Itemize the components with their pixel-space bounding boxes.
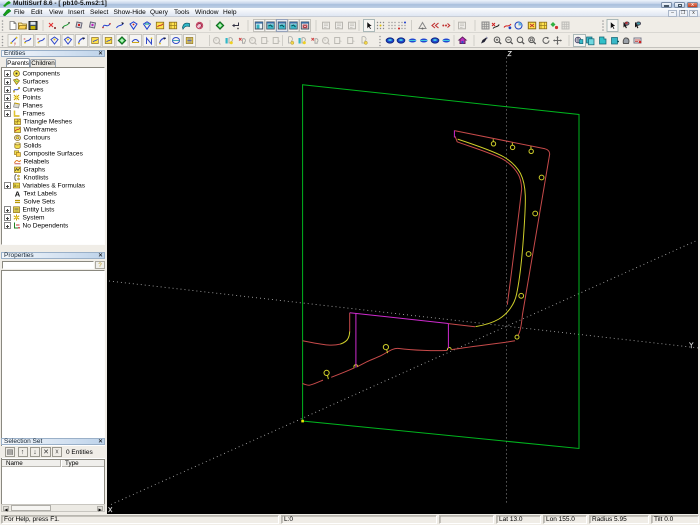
svg-text:x=: x= <box>14 183 19 188</box>
svg-text:A: A <box>15 190 21 197</box>
